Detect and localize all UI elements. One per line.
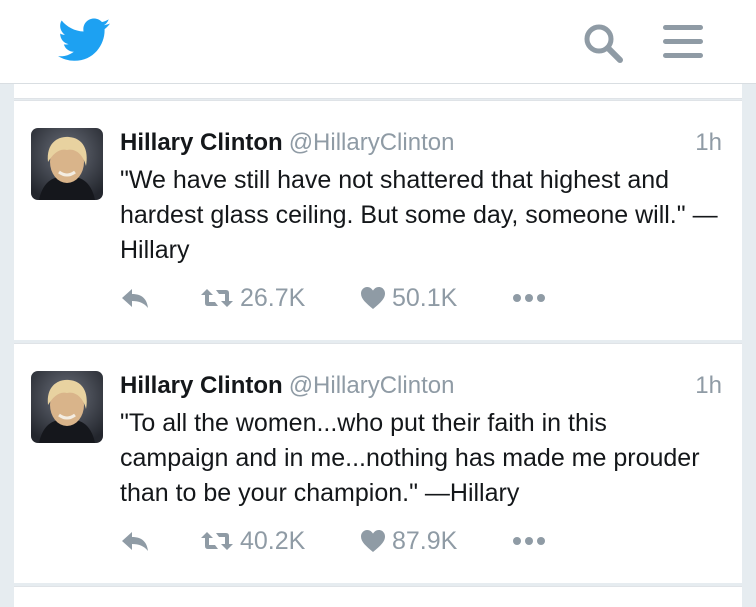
author-handle[interactable]: @HillaryClinton (289, 372, 455, 399)
author-name[interactable]: Hillary Clinton (120, 129, 283, 156)
more-button[interactable] (512, 281, 546, 315)
timeline: Hillary Clinton @HillaryClinton 1h "We ha… (14, 84, 742, 607)
reply-button[interactable] (120, 281, 150, 315)
avatar[interactable] (31, 128, 103, 200)
top-bar (0, 0, 756, 84)
tweet-actions: 26.7K 50.1K (120, 281, 720, 315)
more-dots-icon (513, 537, 545, 545)
author-handle[interactable]: @HillaryClinton (289, 129, 455, 156)
like-button[interactable]: 50.1K (360, 281, 457, 315)
retweet-button[interactable]: 40.2K (200, 524, 305, 558)
reply-button[interactable] (120, 524, 150, 558)
heart-icon (361, 530, 385, 552)
more-dots-icon (513, 294, 545, 302)
reply-icon (122, 532, 148, 551)
tweet-card[interactable]: Hillary Clinton @HillaryClinton 1h "To al… (14, 343, 742, 583)
retweet-count: 26.7K (240, 283, 306, 312)
heart-icon (361, 287, 385, 309)
previous-tweet-edge (14, 84, 742, 99)
hamburger-menu-icon[interactable] (660, 22, 706, 62)
next-tweet-edge (14, 586, 742, 607)
tweet-header: Hillary Clinton @HillaryClinton (120, 370, 454, 402)
like-count: 87.9K (392, 526, 458, 555)
tweet-card[interactable]: Hillary Clinton @HillaryClinton 1h "We ha… (14, 100, 742, 340)
twitter-bird-icon[interactable] (58, 18, 110, 62)
like-button[interactable]: 87.9K (360, 524, 457, 558)
tweet-time[interactable]: 1h (695, 127, 722, 159)
tweet-time[interactable]: 1h (695, 370, 722, 402)
author-name[interactable]: Hillary Clinton (120, 372, 283, 399)
retweet-icon (201, 289, 233, 307)
tweet-header: Hillary Clinton @HillaryClinton (120, 127, 454, 159)
tweet-text: "We have still have not shattered that h… (120, 166, 718, 264)
retweet-button[interactable]: 26.7K (200, 281, 305, 315)
reply-icon (122, 289, 148, 308)
avatar[interactable] (31, 371, 103, 443)
like-count: 50.1K (392, 283, 458, 312)
tweet-text: "To all the women...who put their faith … (120, 409, 700, 507)
more-button[interactable] (512, 524, 546, 558)
retweet-icon (201, 532, 233, 550)
search-icon[interactable] (580, 20, 626, 66)
tweet-actions: 40.2K 87.9K (120, 524, 720, 558)
retweet-count: 40.2K (240, 526, 306, 555)
